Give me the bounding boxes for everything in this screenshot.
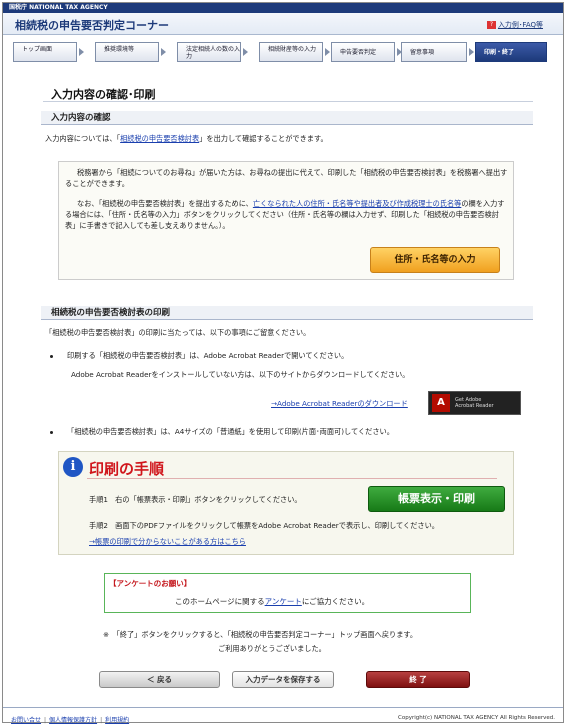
app-title: 相続税の申告要否判定コーナー [15,19,169,32]
procedure-step-2: 手順2 画面下のPDFファイルをクリックして帳票をAdobe Acrobat R… [89,521,439,530]
step-label: トップ画面 [22,46,53,53]
bullet-icon [50,355,53,358]
footer-link-privacy[interactable]: 個人情報保護方針 [49,717,97,724]
address-info-link[interactable]: 亡くなられた人の住所・氏名等や提出者及び作成税理士の氏名等 [253,199,461,208]
print-intro: 「相続税の申告要否検討表」の印刷に当たっては、以下の事項にご留意ください。 [45,328,311,337]
print-bullet-1-sub: Adobe Acrobat Readerをインストールしていない方は、以下のサイ… [71,370,410,379]
thanks-note: ご利用ありがとうございました。 [218,644,326,653]
section-heading-confirm: 入力内容の確認 [41,111,533,125]
divider [87,478,497,479]
confirm-intro: 入力内容については、「相続税の申告要否検討表」を出力して確認することができます。 [45,133,535,144]
footer-links: お問い合せ | 個人情報保護方針 | 利用規約 [11,715,129,724]
arrow-right-icon [243,48,248,56]
section-heading-print: 相続税の申告要否検討表の印刷 [41,306,533,320]
header: 相続税の申告要否判定コーナー ? 入力例･FAQ等 [3,13,563,35]
text: Acrobat Reader [455,403,494,409]
adobe-download-link[interactable]: →Adobe Acrobat Readerのダウンロード [271,398,431,409]
step-notes: 留意事項 [401,42,467,62]
print-bullet-1: 印刷する「相続税の申告要否検討表」は、Adobe Acrobat Readerで… [67,351,349,360]
end-note: ※ 「終了」ボタンをクリックすると、「相続税の申告要否判定コーナー」トップ画面へ… [103,630,418,639]
address-input-button[interactable]: 住所・氏名等の入力 [370,247,500,273]
print-bullet-2: 「相続税の申告要否検討表」は、A4サイズの「普通紙」を使用して印刷(片面･両面可… [67,427,394,436]
adobe-reader-badge[interactable]: A Get Adobe Acrobat Reader [428,391,521,415]
separator: | [44,717,47,724]
step-label: 推奨環境等 [104,46,135,53]
step-environment: 推奨環境等 [95,42,159,62]
step-label: 相続財産等の入力 [268,46,317,53]
step-judgement: 申告要否判定 [331,42,395,62]
print-form-button[interactable]: 帳票表示・印刷 [368,486,505,512]
step-assets: 相続財産等の入力 [259,42,323,62]
arrow-right-icon [469,48,474,56]
procedure-title: 印刷の手順 [89,460,165,478]
adobe-badge-text: Get Adobe Acrobat Reader [455,397,494,409]
review-sheet-link[interactable]: 相続税の申告要否検討表 [120,134,199,143]
footer-link-contact[interactable]: お問い合せ [11,717,41,724]
procedure-step-1: 手順1 右の「帳票表示・印刷」ボタンをクリックしてください。 [89,495,302,504]
print-help-link[interactable]: →帳票の印刷で分からないことがある方はこちら [89,536,389,547]
page-title: 入力内容の確認･印刷 [51,88,156,101]
step-navigation: トップ画面 推奨環境等 法定相続人の数の入力 相続財産等の入力 申告要否判定 留… [13,42,553,64]
step-print-finish: 印刷・終了 [475,42,547,62]
survey-heading: 【アンケートのお願い】 [109,579,192,588]
survey-link[interactable]: アンケート [265,597,302,606]
text: なお、「相続税の申告要否検討表」を提出するために、 [77,199,253,208]
adobe-acrobat-icon: A [432,394,450,412]
step-label: 留意事項 [410,49,435,56]
save-data-button[interactable]: 入力データを保存する [232,671,334,688]
text: このホームページに関する [175,597,265,606]
help-icon: ? [486,21,496,29]
text: 入力内容については、「 [45,134,121,143]
page-frame: 国税庁 NATIONAL TAX AGENCY 相続税の申告要否判定コーナー ?… [2,2,564,724]
step-heirs: 法定相続人の数の入力 [177,42,241,62]
help-link[interactable]: ? 入力例･FAQ等 [486,20,543,30]
agency-bar: 国税庁 NATIONAL TAX AGENCY [3,3,563,13]
step-label: 印刷・終了 [484,49,515,56]
divider [43,101,533,102]
text: にご協力ください。 [301,597,370,606]
divider [3,707,563,708]
finish-button[interactable]: 終 了 [366,671,470,688]
step-label: 法定相続人の数の入力 [186,46,241,60]
arrow-right-icon [325,48,330,56]
help-link-label: 入力例･FAQ等 [497,21,543,29]
arrow-right-icon [161,48,166,56]
notice-paragraph-2: なお、「相続税の申告要否検討表」を提出するために、亡くなられた人の住所・氏名等や… [65,198,509,231]
info-icon: i [63,457,83,477]
survey-box: 【アンケートのお願い】 このホームページに関するアンケートにご協力ください。 [104,573,471,613]
arrow-right-icon [79,48,84,56]
separator: | [100,717,103,724]
bullet-icon [50,431,53,434]
footer-link-terms[interactable]: 利用規約 [105,717,129,724]
back-button[interactable]: ＜ 戻る [99,671,220,688]
step-top: トップ画面 [13,42,77,62]
notice-paragraph-1: 税務署から「相続についてのお尋ね」が届いた方は、お尋ねの提出に代えて、印刷した「… [65,168,508,188]
copyright: Copyright(c) NATIONAL TAX AGENCY All Rig… [398,715,555,721]
step-label: 申告要否判定 [340,49,377,56]
text: 」を出力して確認することができます。 [199,134,328,143]
survey-text: このホームページに関するアンケートにご協力ください。 [175,596,369,607]
